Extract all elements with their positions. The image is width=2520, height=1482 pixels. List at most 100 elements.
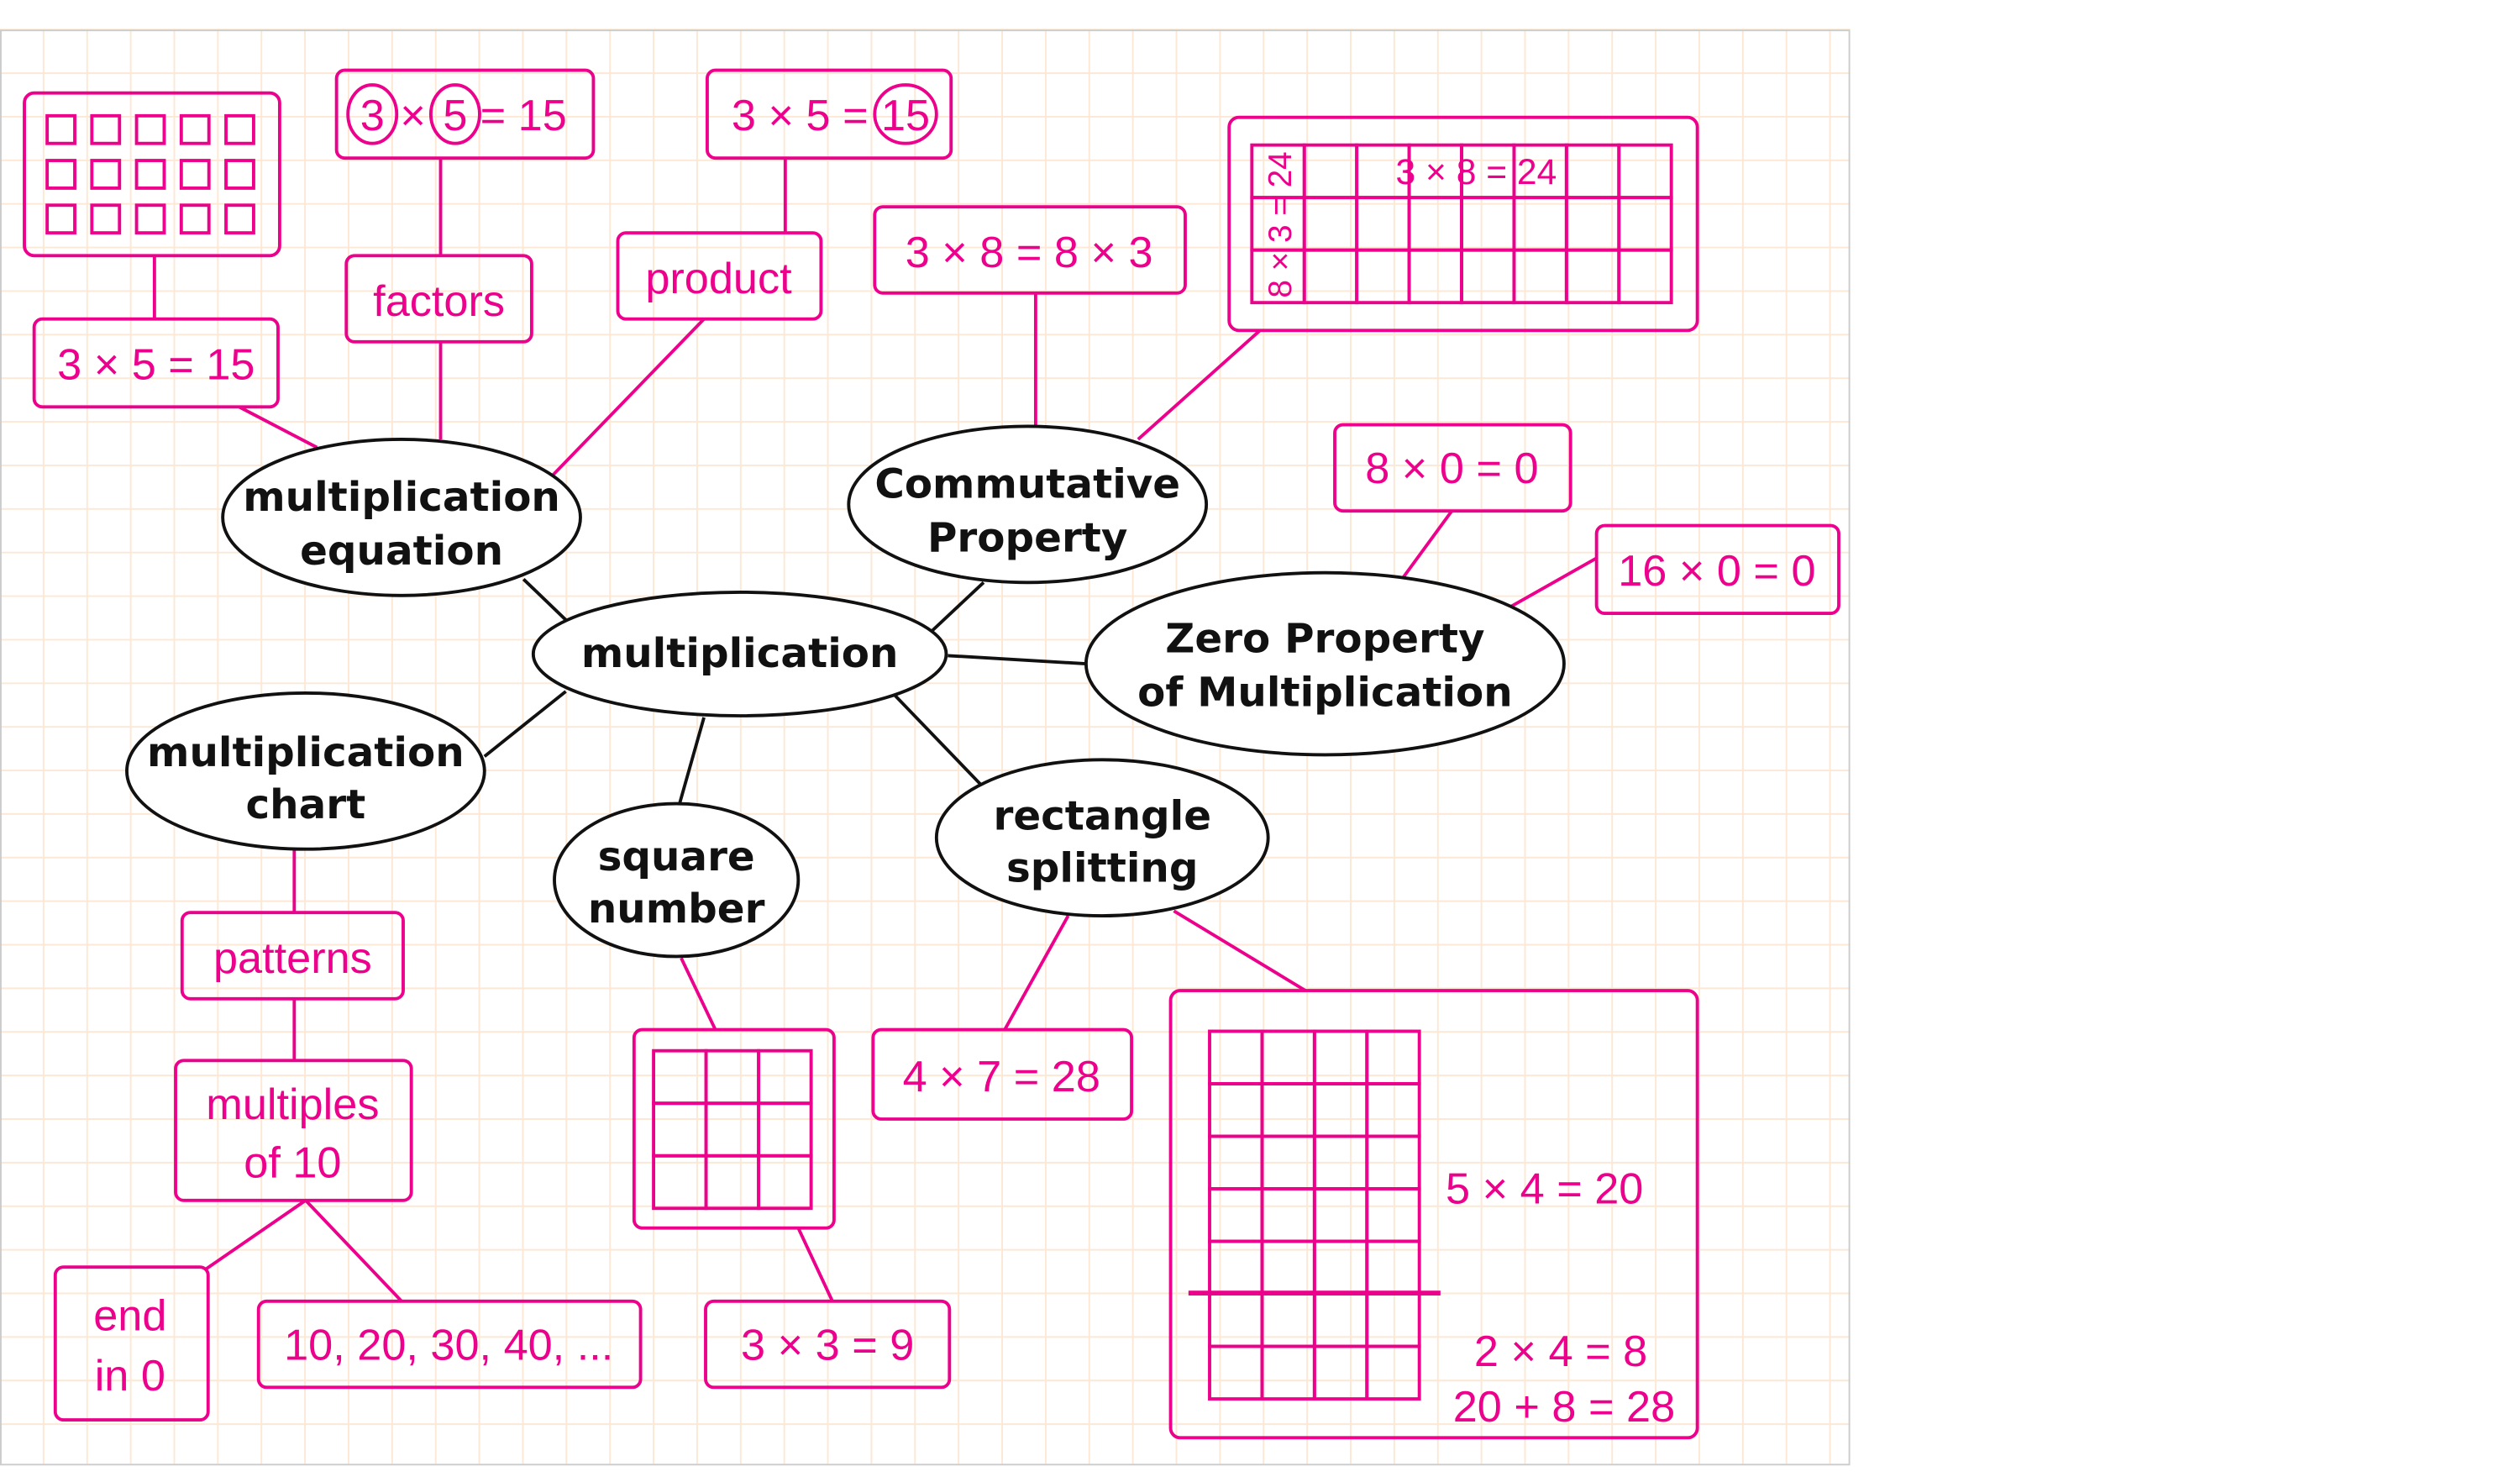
concept-rectangle-splitting: rectangle splitting bbox=[934, 758, 1270, 917]
factors-equation-box: 3 × 5 = 15 bbox=[334, 68, 596, 160]
array-cell bbox=[1312, 1082, 1369, 1138]
svg-text:multiplication: multiplication bbox=[581, 630, 899, 677]
concept-zero-property: Zero Property of Multiplication bbox=[1084, 570, 1566, 757]
svg-text:square: square bbox=[598, 833, 755, 880]
array-cell bbox=[1564, 248, 1621, 305]
array-square bbox=[90, 203, 122, 235]
svg-text:chart: chart bbox=[245, 781, 365, 828]
svg-text:multiples: multiples bbox=[206, 1080, 379, 1129]
array-cell bbox=[704, 1048, 761, 1106]
array-3x8-box: 3 × 8 = 24 8 × 3 = 24 bbox=[1227, 115, 1699, 333]
svg-text:factors: factors bbox=[373, 277, 505, 326]
svg-text:3 × 8 = 8 × 3: 3 × 8 = 8 × 3 bbox=[906, 229, 1153, 277]
array-square bbox=[224, 113, 255, 145]
svg-text:end: end bbox=[93, 1292, 166, 1341]
array-cell bbox=[1312, 1187, 1369, 1243]
svg-text:of Multiplication: of Multiplication bbox=[1137, 669, 1512, 716]
array-cell bbox=[1512, 248, 1568, 305]
array-square bbox=[134, 113, 166, 145]
array-cell bbox=[1208, 1344, 1264, 1401]
svg-text:patterns: patterns bbox=[213, 934, 372, 983]
svg-text:equation: equation bbox=[300, 528, 503, 575]
array-cell bbox=[1208, 1292, 1264, 1348]
array-cell bbox=[652, 1101, 708, 1158]
svg-text:3: 3 bbox=[360, 92, 385, 140]
split-array-box: 5 × 4 = 20 2 × 4 = 8 20 + 8 = 28 bbox=[1168, 989, 1699, 1440]
concept-map: 3 × 5 = 15 3 × 5 = 15 factors 3 × 5 = 15… bbox=[0, 29, 1851, 1466]
array-cell bbox=[704, 1101, 761, 1158]
array-square bbox=[179, 113, 211, 145]
concept-commutative-property: Commutative Property bbox=[847, 424, 1209, 585]
svg-text:Commutative: Commutative bbox=[874, 461, 1180, 508]
svg-text:Property: Property bbox=[927, 515, 1128, 562]
svg-text:4 × 7 = 28: 4 × 7 = 28 bbox=[903, 1053, 1100, 1101]
concept-multiplication-chart: multiplication chart bbox=[125, 691, 486, 851]
array-cell bbox=[1617, 248, 1673, 305]
svg-text:multiplication: multiplication bbox=[147, 729, 465, 776]
svg-text:16 × 0 = 0: 16 × 0 = 0 bbox=[1618, 547, 1815, 596]
array-cell bbox=[1365, 1187, 1421, 1243]
array-square bbox=[45, 113, 76, 145]
svg-text:Zero Property: Zero Property bbox=[1165, 616, 1484, 663]
svg-text:product: product bbox=[645, 255, 792, 303]
array-cell bbox=[1302, 196, 1359, 252]
array-cell bbox=[1312, 1344, 1369, 1401]
svg-text:3 × 5 =: 3 × 5 = bbox=[732, 92, 869, 140]
array-cell bbox=[1460, 248, 1516, 305]
array-square bbox=[90, 113, 122, 145]
concept-square-number: square number bbox=[553, 801, 801, 959]
array-cell bbox=[1208, 1187, 1264, 1243]
svg-text:= 15: = 15 bbox=[480, 92, 567, 140]
factors-box: factors bbox=[344, 254, 533, 344]
array-cell bbox=[652, 1048, 708, 1106]
svg-text:3 × 5 = 15: 3 × 5 = 15 bbox=[57, 340, 255, 389]
array-3x5-box bbox=[23, 91, 281, 258]
svg-text:20 + 8 = 28: 20 + 8 = 28 bbox=[1453, 1383, 1675, 1432]
multiples-list-box: 10, 20, 30, 40, ... bbox=[256, 1299, 643, 1390]
array-square bbox=[179, 203, 211, 235]
array-square bbox=[134, 159, 166, 190]
concept-multiplication: multiplication bbox=[531, 590, 948, 717]
svg-text:8 × 3 = 24: 8 × 3 = 24 bbox=[1263, 151, 1299, 297]
array-cell bbox=[1365, 1344, 1421, 1401]
array-cell bbox=[1355, 248, 1411, 305]
array-cell bbox=[1407, 248, 1463, 305]
array-square bbox=[134, 203, 166, 235]
array-cell bbox=[1365, 1292, 1421, 1348]
array-cell bbox=[1302, 248, 1359, 305]
array-square bbox=[45, 159, 76, 190]
zero-example-2-box: 16 × 0 = 0 bbox=[1594, 523, 1840, 616]
array-square bbox=[45, 203, 76, 235]
product-box: product bbox=[616, 231, 823, 321]
svg-text:multiplication: multiplication bbox=[243, 474, 560, 521]
svg-text:8 × 0 = 0: 8 × 0 = 0 bbox=[1365, 444, 1538, 493]
array-square bbox=[179, 159, 211, 190]
array-cell bbox=[1312, 1292, 1369, 1348]
concept-multiplication-equation: multiplication equation bbox=[221, 438, 582, 597]
svg-text:in 0: in 0 bbox=[95, 1352, 165, 1401]
svg-text:2 × 4 = 8: 2 × 4 = 8 bbox=[1474, 1327, 1647, 1376]
equation-example-box: 3 × 5 = 15 bbox=[32, 317, 280, 409]
array-cell bbox=[1617, 143, 1673, 200]
multiples-of-10-box: multiples of 10 bbox=[174, 1059, 413, 1202]
array-square bbox=[224, 203, 255, 235]
zero-example-1-box: 8 × 0 = 0 bbox=[1333, 423, 1572, 513]
array-cell bbox=[1564, 143, 1621, 200]
array-cell bbox=[1365, 1082, 1421, 1138]
array-cell bbox=[1564, 196, 1621, 252]
array-cell bbox=[1617, 196, 1673, 252]
array-square bbox=[224, 159, 255, 190]
square-array-box bbox=[632, 1027, 836, 1230]
svg-text:of 10: of 10 bbox=[244, 1139, 341, 1188]
array-cell bbox=[1512, 196, 1568, 252]
patterns-box: patterns bbox=[180, 911, 405, 1001]
array-cell bbox=[652, 1154, 708, 1211]
array-cell bbox=[1208, 1082, 1264, 1138]
svg-text:3 × 8 = 24: 3 × 8 = 24 bbox=[1396, 152, 1557, 192]
array-square bbox=[90, 159, 122, 190]
array-cell bbox=[1460, 196, 1516, 252]
array-cell bbox=[1302, 143, 1359, 200]
svg-text:×: × bbox=[400, 92, 426, 140]
svg-text:10, 20, 30, 40, ...: 10, 20, 30, 40, ... bbox=[284, 1321, 613, 1369]
svg-text:splitting: splitting bbox=[1006, 844, 1198, 891]
